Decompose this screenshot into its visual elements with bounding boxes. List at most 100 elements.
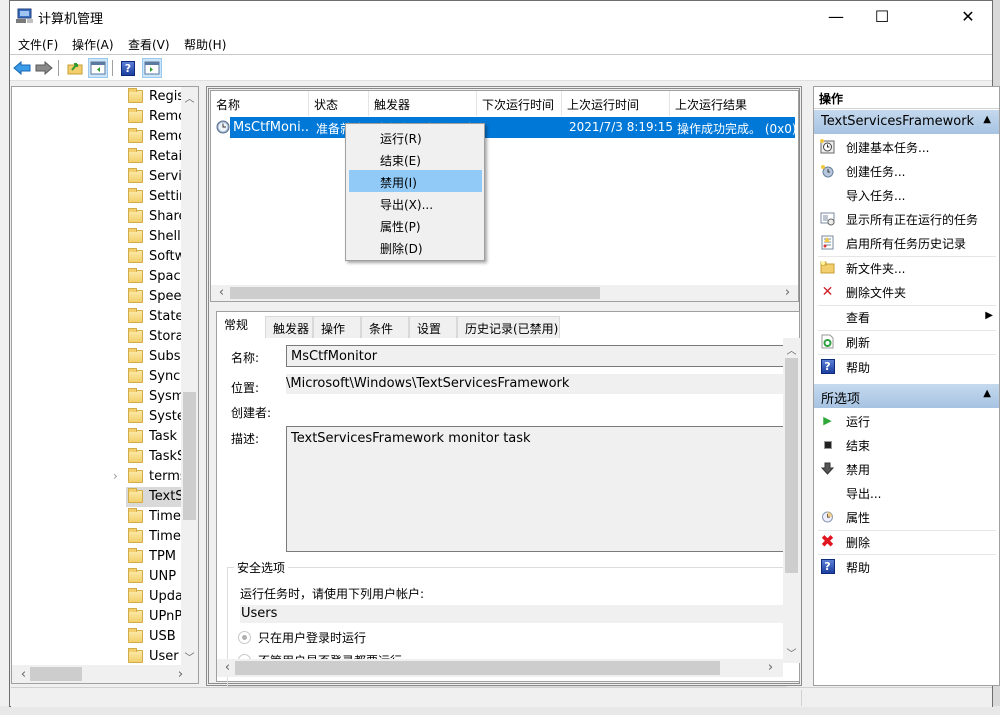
tree-item[interactable]: Syste [12, 407, 190, 427]
action-new-folder[interactable]: 新文件夹... [814, 256, 999, 280]
expand-chevron-icon[interactable]: › [113, 469, 118, 483]
tree-item[interactable]: Servic [12, 167, 190, 187]
tree-item[interactable]: Time [12, 527, 190, 547]
context-menu-disable[interactable]: 禁用(I) [349, 170, 482, 192]
collapse-icon[interactable]: ▲ [983, 114, 991, 125]
tree-item[interactable]: USB [12, 627, 190, 647]
show-hide-tree-button[interactable] [88, 58, 108, 78]
actions-section-selected[interactable]: 所选项 ▲ [814, 384, 999, 408]
action-show-running-tasks[interactable]: 显示所有正在运行的任务 [814, 207, 999, 231]
name-field[interactable]: MsCtfMonitor [286, 345, 783, 367]
context-menu-properties[interactable]: 属性(P) [349, 214, 482, 236]
action-disable[interactable]: 禁用 [814, 457, 999, 481]
tab-actions[interactable]: 操作 [313, 316, 361, 338]
tab-settings[interactable]: 设置 [409, 316, 457, 338]
action-import-task[interactable]: 导入任务... [814, 183, 999, 207]
context-menu-run[interactable]: 运行(R) [349, 126, 482, 148]
action-properties[interactable]: 属性 [814, 505, 999, 529]
tree-horizontal-scrollbar[interactable]: ‹ › [12, 665, 198, 683]
tree-item[interactable]: Regis [12, 87, 190, 107]
context-menu-delete[interactable]: 删除(D) [349, 236, 482, 258]
radio-run-only-logged-on[interactable] [238, 631, 251, 644]
show-hide-action-pane-button[interactable] [142, 58, 162, 78]
scroll-down-icon[interactable]: ﹀ [181, 649, 198, 664]
minimize-button[interactable]: — [813, 1, 859, 32]
tree-hscroll-thumb[interactable] [30, 667, 82, 681]
tree-item[interactable]: Upda [12, 587, 190, 607]
action-view[interactable]: 查看 ▶ [814, 305, 999, 329]
help-button[interactable]: ? [118, 58, 138, 78]
tree-item[interactable]: Share [12, 207, 190, 227]
column-header-last-result[interactable]: 上次运行结果 [670, 91, 795, 116]
details-vertical-scrollbar[interactable]: ︿ ﹀ [783, 338, 800, 663]
tree-item[interactable]: TaskS [12, 447, 190, 467]
scroll-right-icon[interactable]: › [779, 285, 796, 300]
radio-run-only-logged-on-label[interactable]: 只在用户登录时运行 [258, 629, 366, 646]
details-vscroll-thumb[interactable] [785, 358, 798, 573]
menu-action[interactable]: 操作(A) [72, 36, 114, 53]
tree-vertical-scrollbar[interactable]: ︿ ﹀ [181, 87, 198, 665]
context-menu-export[interactable]: 导出(X)... [349, 192, 482, 214]
tree-item[interactable]: Remo [12, 127, 190, 147]
scroll-up-icon[interactable]: ︿ [783, 342, 800, 357]
action-create-task[interactable]: 创建任务... [814, 159, 999, 183]
tree-item[interactable]: StateI [12, 307, 190, 327]
tree-item[interactable]: User [12, 647, 190, 667]
maximize-button[interactable]: ☐ [859, 1, 905, 32]
task-row[interactable]: MsCtfMoni... 准备就绪 当任何用户登录时 2021/7/3 8:19… [230, 117, 795, 138]
action-enable-task-history[interactable]: 启用所有任务历史记录 [814, 231, 999, 255]
forward-button[interactable] [34, 58, 54, 78]
action-help-selected[interactable]: ? 帮助 [814, 555, 999, 579]
close-button[interactable]: ✕ [945, 1, 991, 32]
tree-item[interactable]: Shell [12, 227, 190, 247]
column-header-last-run[interactable]: 上次运行时间 [562, 91, 670, 116]
action-delete-folder[interactable]: ✕ 删除文件夹 [814, 280, 999, 304]
column-header-status[interactable]: 状态 [309, 91, 369, 116]
tree-item[interactable]: UNP [12, 567, 190, 587]
up-folder-button[interactable] [65, 58, 85, 78]
scroll-left-icon[interactable]: ‹ [219, 660, 236, 675]
task-list-hscroll-thumb[interactable] [230, 287, 600, 299]
scroll-left-icon[interactable]: ‹ [213, 285, 230, 300]
description-field[interactable]: TextServicesFramework monitor task [286, 426, 783, 552]
action-end[interactable]: 结束 [814, 433, 999, 457]
tab-triggers[interactable]: 触发器 [265, 316, 313, 338]
scroll-up-icon[interactable]: ︿ [181, 90, 198, 105]
context-menu-end[interactable]: 结束(E) [349, 148, 482, 170]
action-help[interactable]: ? 帮助 [814, 355, 999, 379]
column-header-trigger[interactable]: 触发器 [369, 91, 477, 116]
tree-item[interactable]: Softw [12, 247, 190, 267]
menu-file[interactable]: 文件(F) [18, 36, 58, 53]
scroll-right-icon[interactable]: › [172, 667, 189, 682]
column-header-name[interactable]: 名称 [211, 91, 309, 116]
tree-item[interactable]: Task [12, 427, 190, 447]
action-delete[interactable]: ✖ 删除 [814, 530, 999, 554]
action-create-basic-task[interactable]: 创建基本任务... [814, 135, 999, 159]
tree-item[interactable]: Stora [12, 327, 190, 347]
menu-view[interactable]: 查看(V) [128, 36, 170, 53]
details-horizontal-scrollbar[interactable]: ‹ › [217, 659, 783, 677]
tree-item[interactable]: UPnP [12, 607, 190, 627]
task-list-horizontal-scrollbar[interactable]: ‹ › [211, 285, 798, 301]
tree-item[interactable]: Time [12, 507, 190, 527]
tree-item[interactable]: SyncC [12, 367, 190, 387]
tree-item[interactable]: Subsc [12, 347, 190, 367]
tab-history[interactable]: 历史记录(已禁用) [457, 316, 560, 338]
tree-item[interactable]: Settin [12, 187, 190, 207]
collapse-icon[interactable]: ▲ [983, 388, 991, 399]
action-export[interactable]: 导出... [814, 481, 999, 505]
tree-item[interactable]: › terms [12, 467, 190, 487]
scroll-down-icon[interactable]: ﹀ [783, 645, 800, 660]
tree-vscroll-thumb[interactable] [183, 392, 196, 520]
scroll-right-icon[interactable]: › [762, 660, 779, 675]
back-button[interactable] [12, 58, 32, 78]
tree-item[interactable]: Remo [12, 107, 190, 127]
action-refresh[interactable]: 刷新 [814, 330, 999, 354]
tree-item[interactable]: Speed [12, 287, 190, 307]
tab-general[interactable]: 常规 [217, 313, 265, 339]
action-run[interactable]: ▶ 运行 [814, 409, 999, 433]
actions-section-folder[interactable]: TextServicesFramework ▲ [814, 110, 999, 134]
tree-item[interactable]: Retail [12, 147, 190, 167]
details-hscroll-thumb[interactable] [235, 661, 720, 675]
tree-item[interactable]: TextS [12, 487, 190, 507]
